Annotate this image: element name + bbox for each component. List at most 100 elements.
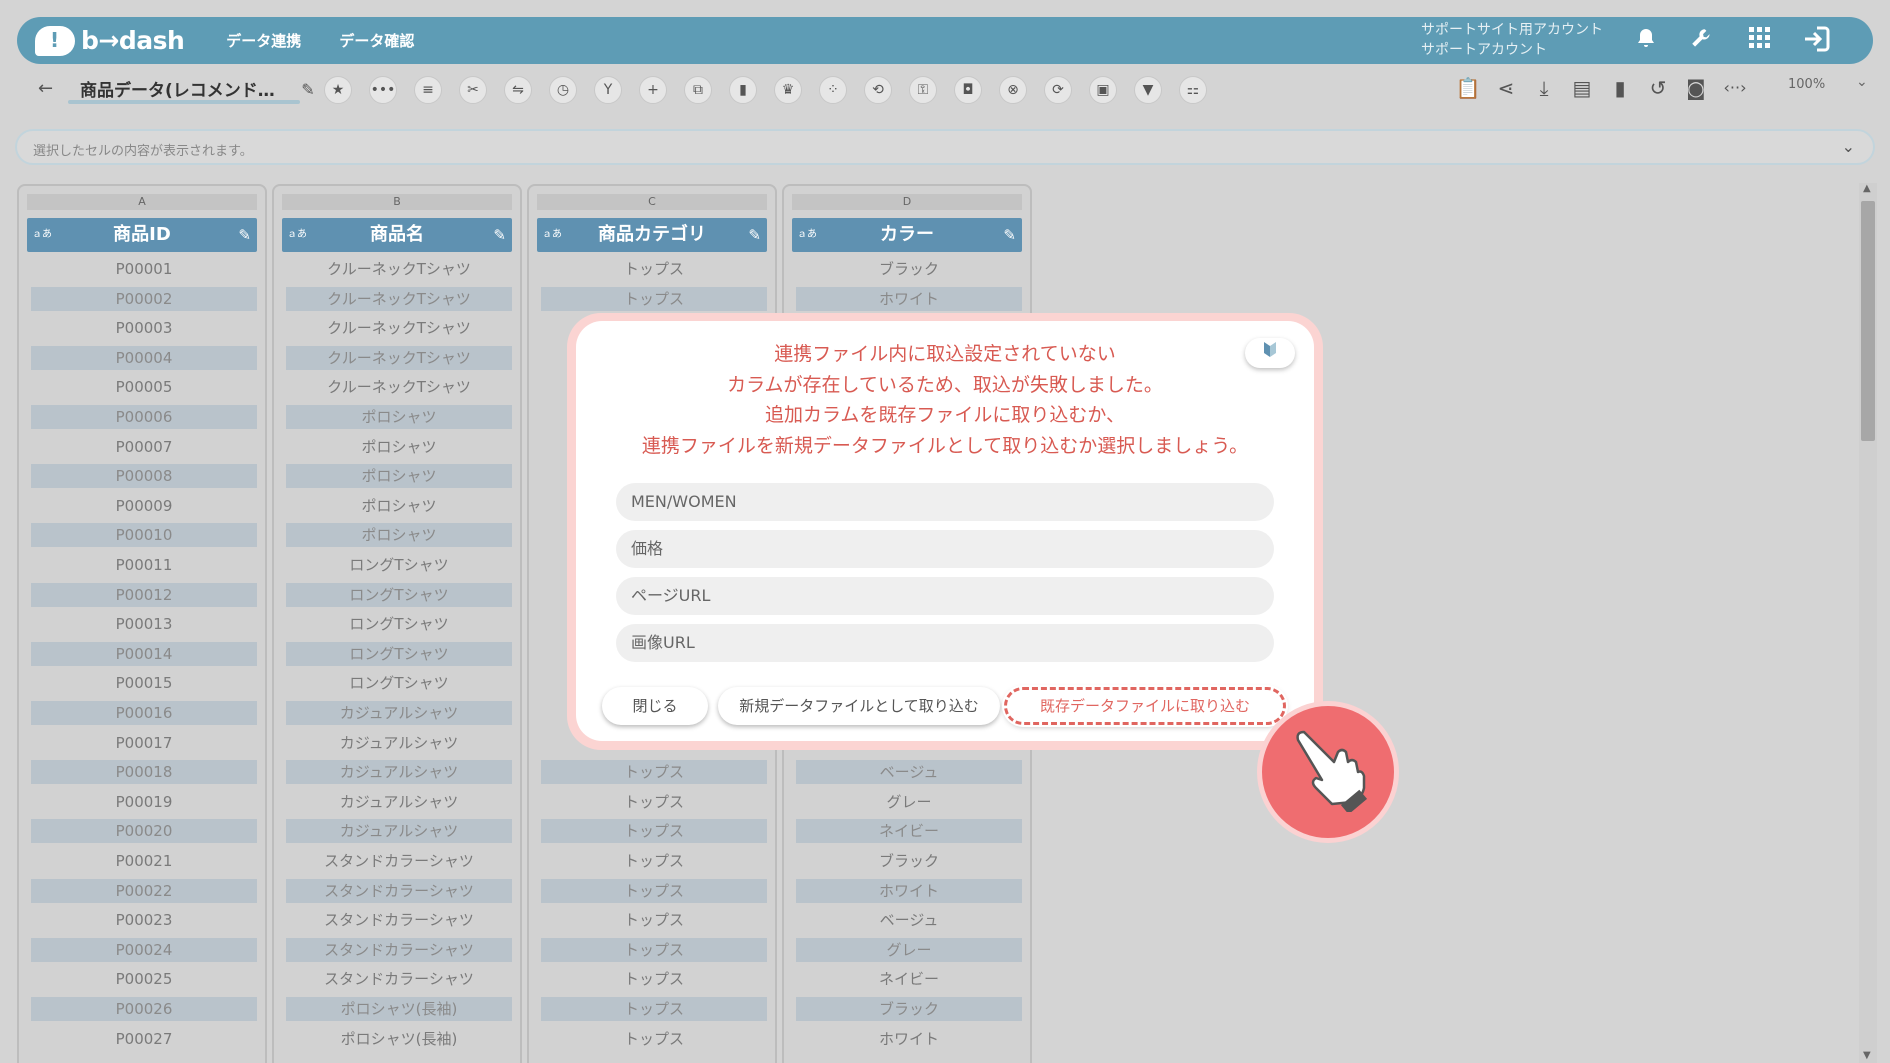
nav-data-check[interactable]: データ確認 — [339, 30, 414, 51]
table-cell[interactable]: ブラック — [796, 997, 1022, 1021]
table-cell[interactable]: スタンドカラーシャツ — [286, 967, 512, 991]
table-cell[interactable]: トップス — [541, 997, 767, 1021]
table-cell[interactable]: ポロシャツ — [286, 523, 512, 548]
repeat-icon[interactable]: ⟲ — [864, 76, 892, 104]
column-header[interactable]: ａあ 商品カテゴリ ✎ — [537, 218, 767, 252]
table-cell[interactable]: P00001 — [31, 257, 257, 281]
apps-grid-icon[interactable] — [1745, 26, 1775, 56]
table-cell[interactable]: トップス — [541, 760, 767, 785]
zoom-level[interactable]: 100% — [1788, 77, 1825, 92]
table-cell[interactable]: スタンドカラーシャツ — [286, 878, 512, 903]
scroll-thumb[interactable] — [1861, 201, 1875, 441]
bell-icon[interactable] — [1631, 26, 1661, 56]
vertical-scrollbar[interactable]: ▲ ▼ — [1859, 183, 1877, 1063]
table-cell[interactable]: P00023 — [31, 908, 257, 932]
column-letter[interactable]: B — [282, 194, 512, 210]
table-cell[interactable]: P00011 — [31, 553, 257, 577]
table-cell[interactable]: トップス — [541, 967, 767, 991]
table-cell[interactable]: P00013 — [31, 612, 257, 636]
chevron-down-icon[interactable]: ⌄ — [1856, 74, 1868, 90]
edit-title-icon[interactable]: ✎ — [294, 76, 322, 104]
scroll-down-icon[interactable]: ▼ — [1863, 1050, 1871, 1061]
table-cell[interactable]: カジュアルシャツ — [286, 819, 512, 844]
table-cell[interactable]: グレー — [796, 790, 1022, 814]
table-cell[interactable]: P00020 — [31, 819, 257, 844]
column-letter[interactable]: A — [27, 194, 257, 210]
table-cell[interactable]: P00019 — [31, 790, 257, 814]
table-cell[interactable]: カジュアルシャツ — [286, 790, 512, 814]
file-search-icon[interactable]: ◙ — [1682, 74, 1710, 102]
table-cell[interactable]: スタンドカラーシャツ — [286, 937, 512, 962]
back-arrow-icon[interactable]: ← — [38, 78, 53, 99]
column-header[interactable]: ａあ カラー ✎ — [792, 218, 1022, 252]
chevron-down-icon[interactable]: ⌄ — [1842, 137, 1855, 156]
bdash-logo[interactable]: b→dash — [35, 25, 185, 56]
table-cell[interactable]: P00003 — [31, 316, 257, 340]
star-icon[interactable]: ★ — [324, 76, 352, 104]
table-cell[interactable]: トップス — [541, 878, 767, 903]
table-cell[interactable]: トップス — [541, 819, 767, 844]
table-cell[interactable]: P00009 — [31, 494, 257, 518]
download-icon[interactable]: ⤓ — [1530, 74, 1558, 102]
more-icon[interactable]: ••• — [369, 76, 397, 104]
document-title[interactable]: 商品データ(レコメンド… — [80, 76, 275, 101]
table-cell[interactable]: グレー — [796, 937, 1022, 962]
cell-content-viewer[interactable]: 選択したセルの内容が表示されます。 ⌄ — [15, 129, 1875, 165]
copy-icon[interactable]: ⧉ — [684, 76, 712, 104]
table-cell[interactable]: クルーネックTシャツ — [286, 257, 512, 281]
history-icon[interactable]: ↺ — [1644, 74, 1672, 102]
frame-icon[interactable]: ▣ — [1089, 76, 1117, 104]
column-letter[interactable]: D — [792, 194, 1022, 210]
table-cell[interactable]: トップス — [541, 937, 767, 962]
table-cell[interactable]: P00016 — [31, 701, 257, 725]
table-cell[interactable]: スタンドカラーシャツ — [286, 849, 512, 873]
column-header[interactable]: ａあ 商品名 ✎ — [282, 218, 512, 252]
scroll-up-icon[interactable]: ▲ — [1863, 183, 1871, 194]
table-cell[interactable]: ベージュ — [796, 908, 1022, 932]
trash-icon[interactable]: ▮ — [729, 76, 757, 104]
edit-column-icon[interactable]: ✎ — [748, 218, 761, 252]
merge-icon[interactable]: Y — [594, 76, 622, 104]
table-cell[interactable]: ロングTシャツ — [286, 553, 512, 577]
table-cell[interactable]: ブラック — [796, 257, 1022, 281]
table-cell[interactable]: P00024 — [31, 937, 257, 962]
table-cell[interactable]: トップス — [541, 1027, 767, 1051]
table-cell[interactable]: P00021 — [31, 849, 257, 873]
split-icon[interactable]: ⇋ — [504, 76, 532, 104]
import-to-existing-file-button[interactable]: 既存データファイルに取り込む — [1004, 687, 1286, 725]
dots-grid-icon[interactable]: ⁘ — [819, 76, 847, 104]
table-cell[interactable]: ホワイト — [796, 878, 1022, 903]
table-cell[interactable]: クルーネックTシャツ — [286, 316, 512, 340]
table-cell[interactable]: トップス — [541, 257, 767, 281]
table-cell[interactable]: P00005 — [31, 375, 257, 399]
timer-icon[interactable]: ◷ — [549, 76, 577, 104]
table-cell[interactable]: P00012 — [31, 582, 257, 607]
cancel-circle-icon[interactable]: ⊗ — [999, 76, 1027, 104]
table-cell[interactable]: P00017 — [31, 731, 257, 755]
edit-column-icon[interactable]: ✎ — [238, 218, 251, 252]
lock-icon[interactable]: ⚿ — [909, 76, 937, 104]
plus-icon[interactable]: + — [639, 76, 667, 104]
crown-icon[interactable]: ♛ — [774, 76, 802, 104]
table-cell[interactable]: スタンドカラーシャツ — [286, 908, 512, 932]
table-cell[interactable]: P00022 — [31, 878, 257, 903]
table-cell[interactable]: ロングTシャツ — [286, 612, 512, 636]
wrench-icon[interactable] — [1687, 26, 1717, 56]
table-cell[interactable]: クルーネックTシャツ — [286, 345, 512, 370]
package-icon[interactable]: ◘ — [954, 76, 982, 104]
column-header[interactable]: ａあ 商品ID ✎ — [27, 218, 257, 252]
table-cell[interactable]: ポロシャツ(長袖) — [286, 997, 512, 1021]
table-cell[interactable]: ベージュ — [796, 760, 1022, 785]
table-cell[interactable]: P00014 — [31, 641, 257, 666]
table-cell[interactable]: P00004 — [31, 345, 257, 370]
cut-icon[interactable]: ✂ — [459, 76, 487, 104]
table-cell[interactable]: ポロシャツ — [286, 435, 512, 459]
table-cell[interactable]: P00026 — [31, 997, 257, 1021]
table-cell[interactable]: カジュアルシャツ — [286, 701, 512, 725]
table-cell[interactable]: P00010 — [31, 523, 257, 548]
table-cell[interactable]: ロングTシャツ — [286, 582, 512, 607]
table-cell[interactable]: クルーネックTシャツ — [286, 286, 512, 311]
table-cell[interactable]: ポロシャツ — [286, 405, 512, 429]
table-cell[interactable]: トップス — [541, 908, 767, 932]
account-info[interactable]: サポートサイト用アカウント サポートアカウント — [1421, 20, 1603, 60]
